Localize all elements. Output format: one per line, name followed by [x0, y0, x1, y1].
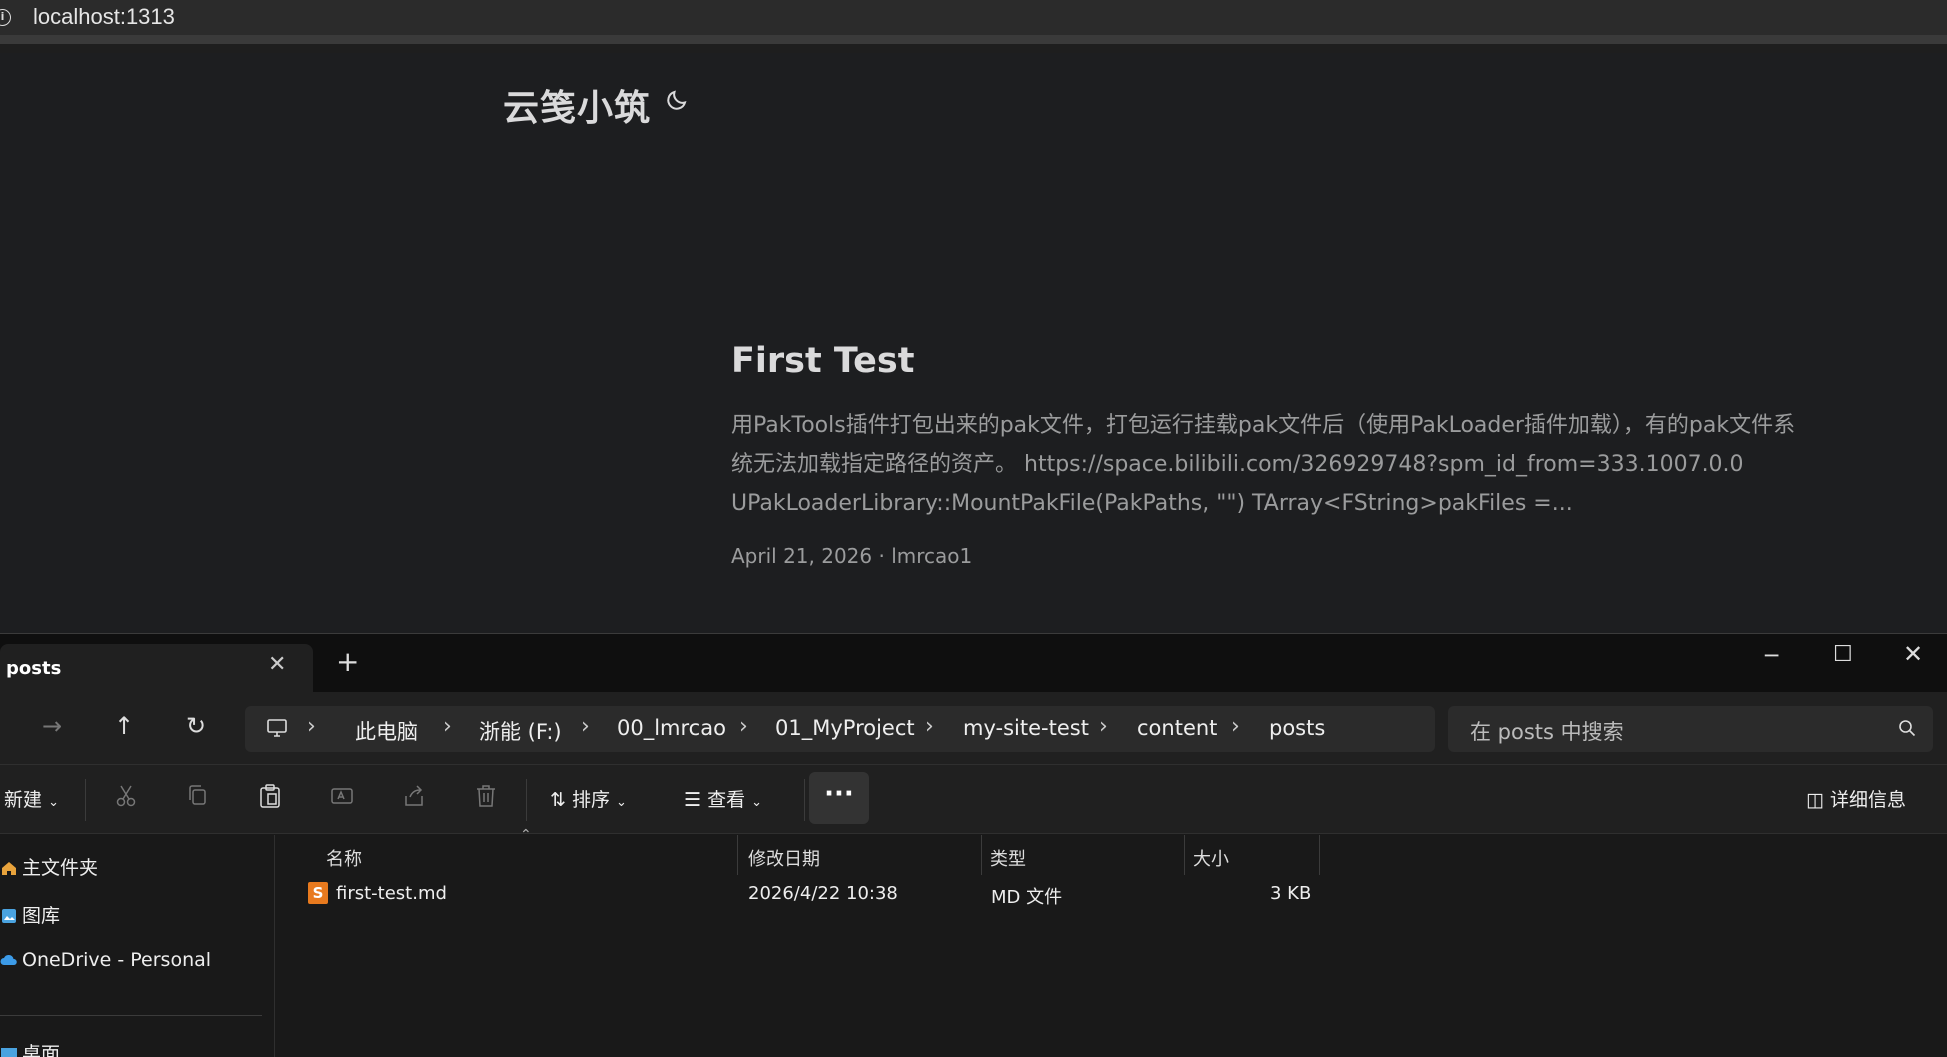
column-divider[interactable]	[1319, 835, 1320, 875]
up-arrow-icon[interactable]: ↑	[114, 712, 134, 740]
explorer-nav-bar: → ↑ ↻ › 此电脑 › 浙能 (F:) › 00_lmrcao › 01_M…	[0, 692, 1947, 764]
sidebar-item-label: OneDrive - Personal	[22, 949, 212, 971]
chevron-down-icon: ⌄	[616, 795, 627, 810]
minimize-icon[interactable]: ─	[1765, 644, 1778, 669]
sidebar-item-label: 桌面	[22, 1043, 61, 1057]
toolbar-divider	[526, 779, 527, 821]
explorer-toolbar: 新建 ⌄ ⇅ 排序 ⌄ ☰ 查看 ⌄ ··· ◫ 详细信息	[0, 764, 1947, 834]
new-label: 新建	[4, 789, 43, 811]
column-header-modified[interactable]: 修改日期	[748, 845, 820, 871]
column-header-name[interactable]: 名称	[326, 845, 362, 871]
sidebar-item-desktop[interactable]: 桌面	[0, 1039, 60, 1057]
column-header-type[interactable]: 类型	[990, 845, 1026, 871]
forward-arrow-icon[interactable]: →	[42, 712, 62, 740]
new-button[interactable]: 新建 ⌄	[4, 785, 59, 812]
chevron-right-icon[interactable]: ›	[307, 714, 316, 739]
breadcrumb[interactable]: › 此电脑 › 浙能 (F:) › 00_lmrcao › 01_MyProje…	[245, 706, 1435, 752]
maximize-icon[interactable]: ☐	[1833, 642, 1853, 667]
view-label: 查看	[707, 789, 746, 811]
file-size: 3 KB	[1270, 883, 1312, 904]
delete-icon[interactable]	[472, 782, 500, 810]
file-explorer-window: posts ✕ + ─ ☐ ✕ → ↑ ↻ › 此电脑 › 浙能 (F:) › …	[0, 633, 1947, 1057]
sort-icon: ⇅	[550, 789, 566, 811]
column-divider[interactable]	[737, 835, 738, 875]
file-modified: 2026/4/22 10:38	[748, 883, 898, 904]
column-header-size[interactable]: 大小	[1193, 845, 1229, 871]
post-summary: 用PakTools插件打包出来的pak文件，打包运行挂载pak文件后（使用Pak…	[731, 413, 1796, 516]
breadcrumb-item-project[interactable]: 01_MyProject	[775, 716, 915, 740]
chevron-right-icon[interactable]: ›	[443, 714, 452, 739]
sidebar-item-home[interactable]: 主文件夹	[0, 853, 98, 880]
refresh-icon[interactable]: ↻	[186, 712, 206, 740]
view-button[interactable]: ☰ 查看 ⌄	[684, 785, 762, 812]
file-name[interactable]: first-test.md	[336, 883, 447, 904]
gallery-icon	[2, 909, 16, 923]
sublime-file-icon: S	[308, 882, 328, 904]
chevron-down-icon: ⌄	[48, 795, 59, 810]
file-type: MD 文件	[991, 887, 1063, 908]
share-icon[interactable]	[400, 782, 428, 810]
home-icon	[2, 862, 16, 875]
blog-page: 云笺小筑 First Test 用PakTools插件打包出来的pak文件，打包…	[0, 53, 1947, 633]
view-list-icon: ☰	[684, 789, 702, 811]
tab-posts[interactable]: posts ✕	[0, 644, 313, 692]
navigation-pane: 主文件夹 图库 OneDrive - Personal 桌面	[0, 835, 275, 1057]
post-meta: April 21, 2026 · lmrcao1	[731, 544, 973, 568]
sort-button[interactable]: ⇅ 排序 ⌄	[550, 785, 627, 812]
breadcrumb-item-site[interactable]: my-site-test	[963, 716, 1089, 740]
site-title[interactable]: 云笺小筑	[503, 79, 651, 131]
explorer-tab-bar: posts ✕ + ─ ☐ ✕	[0, 634, 1947, 692]
address-url[interactable]: localhost:1313	[33, 4, 175, 30]
search-placeholder[interactable]: 在 posts 中搜索	[1470, 716, 1624, 746]
moon-icon[interactable]	[665, 87, 689, 113]
file-list: ⌃ 名称 修改日期 类型 大小 S first-test.md 2026/4/2…	[276, 827, 1947, 1057]
close-window-icon[interactable]: ✕	[1903, 640, 1923, 668]
sidebar-divider	[0, 1015, 262, 1016]
breadcrumb-item-drive[interactable]: 浙能 (F:)	[479, 716, 562, 746]
close-tab-icon[interactable]: ✕	[268, 652, 286, 677]
chevron-right-icon[interactable]: ›	[1231, 714, 1240, 739]
site-info-icon[interactable]: i	[0, 9, 11, 26]
cut-icon[interactable]	[112, 782, 140, 810]
sort-label: 排序	[571, 789, 610, 811]
details-pane-button[interactable]: ◫ 详细信息	[1806, 785, 1906, 812]
tab-label: posts	[6, 658, 62, 679]
post-title[interactable]: First Test	[731, 341, 914, 381]
toolbar-divider	[85, 779, 86, 821]
sort-ascending-icon: ⌃	[520, 827, 532, 843]
browser-address-bar[interactable]: i localhost:1313	[0, 0, 1947, 44]
chevron-right-icon[interactable]: ›	[925, 714, 934, 739]
details-pane-icon: ◫	[1806, 789, 1824, 811]
computer-icon[interactable]	[265, 715, 289, 741]
search-box[interactable]: 在 posts 中搜索	[1448, 706, 1933, 752]
chevron-right-icon[interactable]: ›	[581, 714, 590, 739]
breadcrumb-item-posts[interactable]: posts	[1269, 716, 1325, 740]
column-divider[interactable]	[981, 835, 982, 875]
toolbar-divider	[804, 779, 805, 821]
copy-icon[interactable]	[184, 782, 212, 810]
sidebar-item-onedrive[interactable]: OneDrive - Personal	[0, 949, 211, 971]
table-row[interactable]: S first-test.md 2026/4/22 10:38 MD 文件 3 …	[276, 875, 1376, 911]
cloud-icon	[0, 954, 17, 965]
more-options-button[interactable]: ···	[809, 772, 869, 824]
column-divider[interactable]	[1184, 835, 1185, 875]
chevron-right-icon[interactable]: ›	[1099, 714, 1108, 739]
breadcrumb-item-content[interactable]: content	[1137, 716, 1217, 740]
rename-icon[interactable]	[328, 782, 356, 810]
paste-icon[interactable]	[256, 782, 284, 810]
search-icon[interactable]	[1897, 718, 1917, 738]
chevron-down-icon: ⌄	[751, 795, 763, 810]
breadcrumb-item-this-pc[interactable]: 此电脑	[355, 716, 418, 746]
sidebar-item-label: 图库	[22, 905, 61, 927]
new-tab-icon[interactable]: +	[336, 648, 359, 676]
breadcrumb-item-folder[interactable]: 00_lmrcao	[617, 716, 726, 740]
sidebar-item-label: 主文件夹	[22, 857, 99, 879]
chevron-right-icon[interactable]: ›	[739, 714, 748, 739]
details-label: 详细信息	[1830, 789, 1907, 811]
desktop-icon	[1, 1048, 17, 1057]
sidebar-item-gallery[interactable]: 图库	[0, 901, 60, 928]
